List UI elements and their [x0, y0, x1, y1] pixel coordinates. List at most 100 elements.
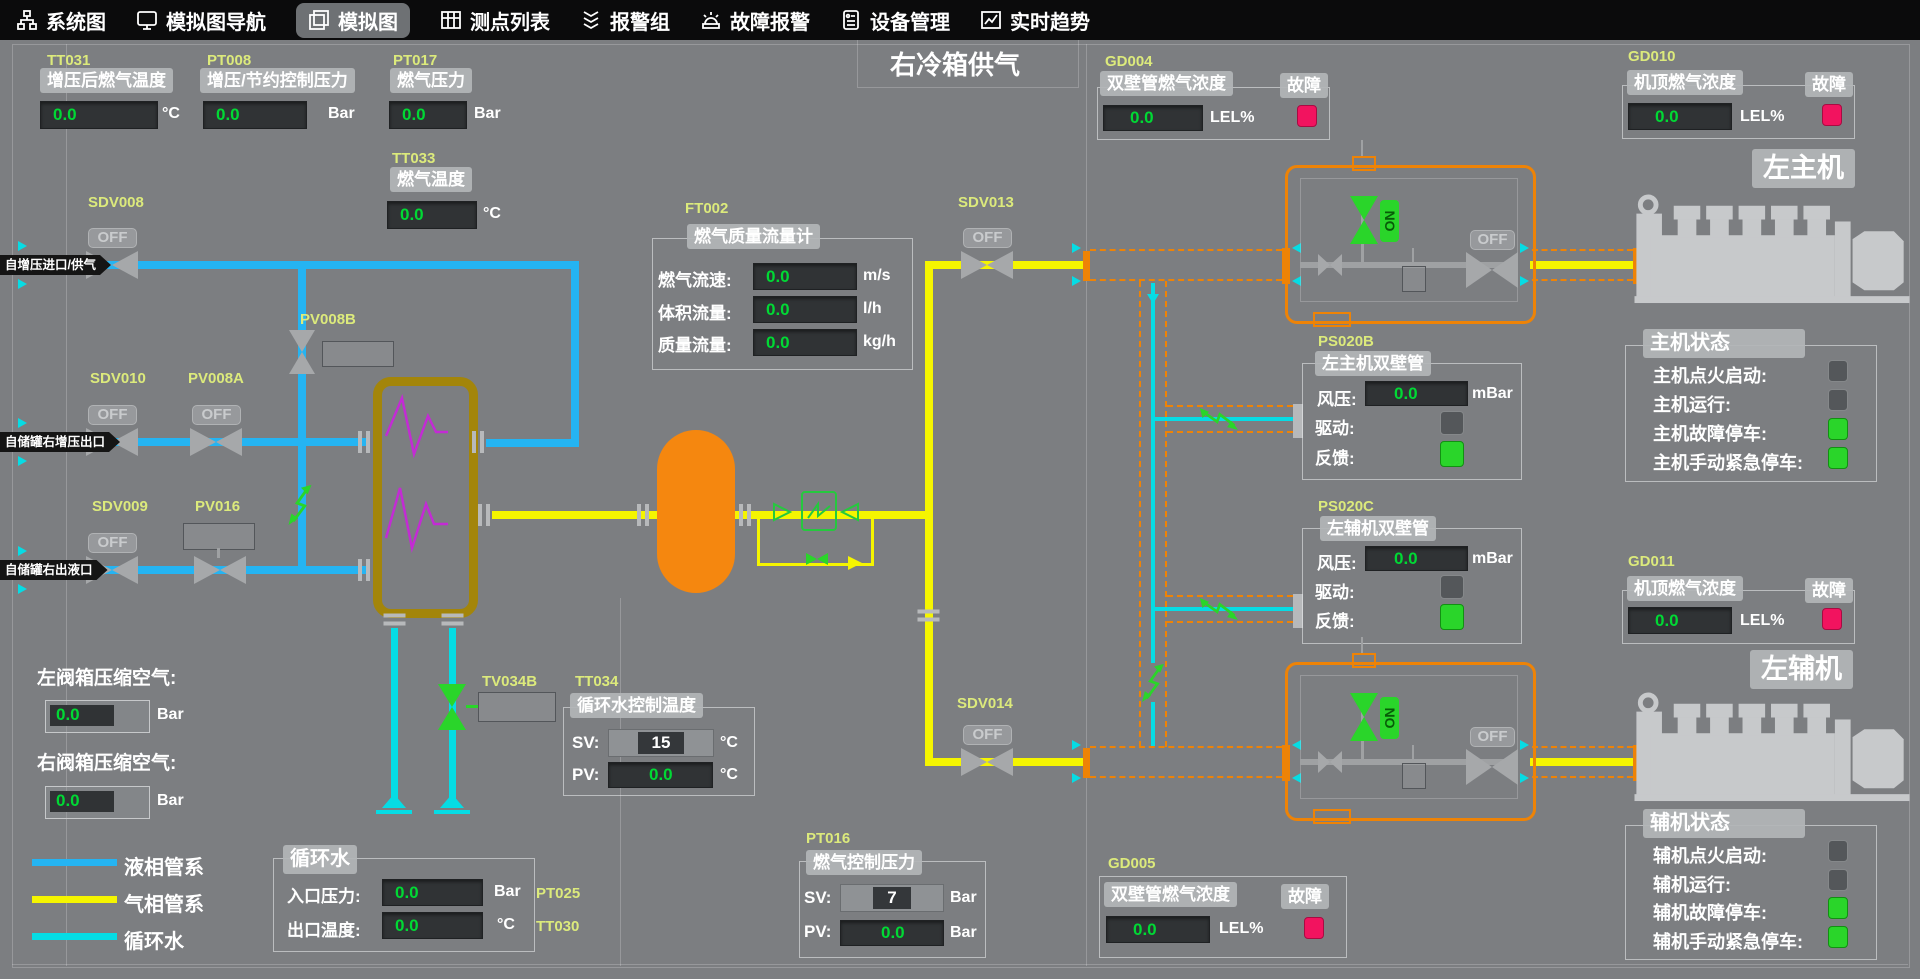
menu-item-label: 系统图 — [46, 6, 106, 35]
gd011-fault-indicator — [1822, 608, 1842, 630]
air-left-value-box: 0.0 — [45, 700, 150, 733]
gd005-fault-label: 故障 — [1281, 884, 1329, 909]
instrument-label-pt008: PT008 — [207, 52, 251, 69]
tt034-sv-input[interactable]: 15 — [608, 729, 714, 757]
pt016-sv-input[interactable]: 7 — [840, 884, 944, 912]
instrument-value-pt017: 0.0 — [389, 101, 467, 129]
bypass-pipe — [757, 519, 760, 565]
annulus-arrow-icon — [1072, 740, 1081, 750]
detector-label-gd011: GD011 — [1628, 553, 1675, 570]
valve-state-pv008a: OFF — [192, 405, 241, 425]
cooling-water-name: 循环水 — [283, 845, 357, 874]
valve-sdv014[interactable] — [961, 748, 1013, 776]
legend-label: 循环水 — [124, 925, 184, 954]
gvu-vent-stub — [1361, 140, 1363, 157]
instrument-value-pt008: 0.0 — [203, 101, 307, 129]
menu-item-label: 测点列表 — [470, 6, 550, 35]
pipe-end-arrow — [440, 794, 464, 808]
valve-pv008a[interactable] — [190, 428, 242, 456]
menu-item-sim-navigation[interactable]: 模拟图导航 — [136, 6, 266, 35]
tt034-unit: °C — [720, 734, 738, 752]
menu-item-system-diagram[interactable]: 系统图 — [16, 6, 106, 35]
grid-line — [66, 44, 67, 966]
double-wall-pipe — [1090, 249, 1282, 251]
pipe-lng-elbow — [571, 261, 579, 447]
tt034-unit: °C — [720, 766, 738, 784]
flange-port — [476, 504, 491, 526]
air-right-label: 右阀箱压缩空气: — [37, 748, 176, 775]
menu-item-realtime-trend[interactable]: 实时趋势 — [980, 6, 1090, 35]
gvu-regulator-icon — [1402, 266, 1426, 292]
menu-item-alarm-group[interactable]: 报警组 — [580, 6, 670, 35]
gvu-main-block-valve[interactable] — [1466, 252, 1518, 288]
valve-label-sdv014: SDV014 — [957, 695, 1013, 712]
valve-sdv013[interactable] — [961, 251, 1013, 279]
pipe-coupling — [1083, 748, 1090, 778]
valve-label-tv034b: TV034B — [482, 673, 537, 690]
ft002-row-label: 质量流量: — [658, 331, 732, 356]
bypass-pipe — [871, 519, 874, 565]
pipe-gas-to-aux-engine — [1530, 758, 1633, 766]
gd011-value: 0.0 — [1628, 607, 1732, 634]
ps020c-drive-indicator — [1440, 575, 1464, 599]
status-row-label: 辅机故障停车: — [1653, 899, 1767, 925]
instrument-value-tt031: 0.0 — [40, 101, 158, 129]
ps020b-drive-indicator — [1440, 411, 1464, 435]
gd011-name: 机顶燃气浓度 — [1627, 576, 1743, 601]
gvu-aux-block-valve[interactable] — [1466, 749, 1518, 785]
legend-swatch-cooling — [32, 933, 117, 940]
valve-state-sdv009: OFF — [88, 533, 137, 553]
table-icon — [440, 9, 462, 31]
gvu-aux-vent-valve[interactable] — [1350, 693, 1378, 741]
ps020c-pressure-value: 0.0 — [1365, 546, 1468, 571]
annulus-air-line — [1151, 283, 1155, 663]
valve-readout-pv016 — [183, 523, 255, 550]
ps020b-feedback-indicator — [1440, 441, 1464, 467]
inlet-tag-liquid-outlet: 自储罐右出液口 — [0, 560, 108, 580]
gd011-unit: LEL% — [1740, 612, 1784, 630]
instrument-label-tt033: TT033 — [392, 150, 435, 167]
gas-buffer-tank[interactable] — [657, 430, 735, 593]
gd005-fault-indicator — [1304, 917, 1324, 939]
tt034-pv-label: PV: — [572, 765, 599, 785]
menu-item-label: 模拟图导航 — [166, 6, 266, 35]
gvu-main-vent-valve[interactable] — [1350, 196, 1378, 244]
menu-item-point-list[interactable]: 测点列表 — [440, 6, 550, 35]
gvu-aux-block-state: OFF — [1470, 727, 1515, 747]
valve-pv008b[interactable] — [289, 330, 315, 374]
pipe-manifold — [298, 261, 306, 574]
annulus-arrow-icon — [1072, 243, 1081, 253]
flex-hose-icon — [288, 483, 312, 525]
detector-label-gd004: GD004 — [1105, 53, 1153, 70]
menu-item-fault-alarm[interactable]: 故障报警 — [700, 6, 810, 35]
tt034-sv-value: 15 — [638, 732, 685, 754]
status-row-label: 辅机点火启动: — [1653, 842, 1767, 868]
air-unit: Bar — [157, 706, 184, 724]
main-status-title: 主机状态 — [1643, 329, 1805, 358]
flow-arrow-icon — [18, 418, 27, 428]
valve-pv016[interactable] — [194, 556, 246, 584]
detector-label-gd010: GD010 — [1628, 48, 1676, 65]
gd004-name: 双壁管燃气浓度 — [1100, 71, 1233, 96]
valve-label-sdv009: SDV009 — [92, 498, 148, 515]
flange-port — [918, 608, 940, 623]
ps020c-feedback-label: 反馈: — [1315, 607, 1355, 632]
pt016-sv-label: SV: — [804, 888, 831, 908]
instrument-unit: Bar — [328, 105, 355, 123]
menu-item-device-management[interactable]: 设备管理 — [840, 6, 950, 35]
instrument-name-pt017: 燃气压力 — [390, 68, 472, 93]
instrument-name-tt031: 增压后燃气温度 — [40, 68, 173, 93]
instrument-unit: °C — [483, 205, 501, 223]
menu-item-simulation-diagram[interactable]: 模拟图 — [296, 3, 410, 38]
air-right-value: 0.0 — [50, 791, 114, 812]
gd005-unit: LEL% — [1219, 920, 1263, 938]
instrument-value-tt033: 0.0 — [387, 201, 477, 229]
double-wall-pipe — [1532, 279, 1633, 281]
alarm-light-icon — [700, 9, 722, 31]
flex-hose-icon — [1198, 408, 1238, 430]
pipe-lng-to-vaporizer — [486, 439, 579, 447]
pipe-end-bar — [434, 810, 470, 814]
status-indicator — [1828, 840, 1848, 862]
valve-tv034b[interactable] — [438, 684, 466, 730]
tt034-sv-label: SV: — [572, 733, 599, 753]
